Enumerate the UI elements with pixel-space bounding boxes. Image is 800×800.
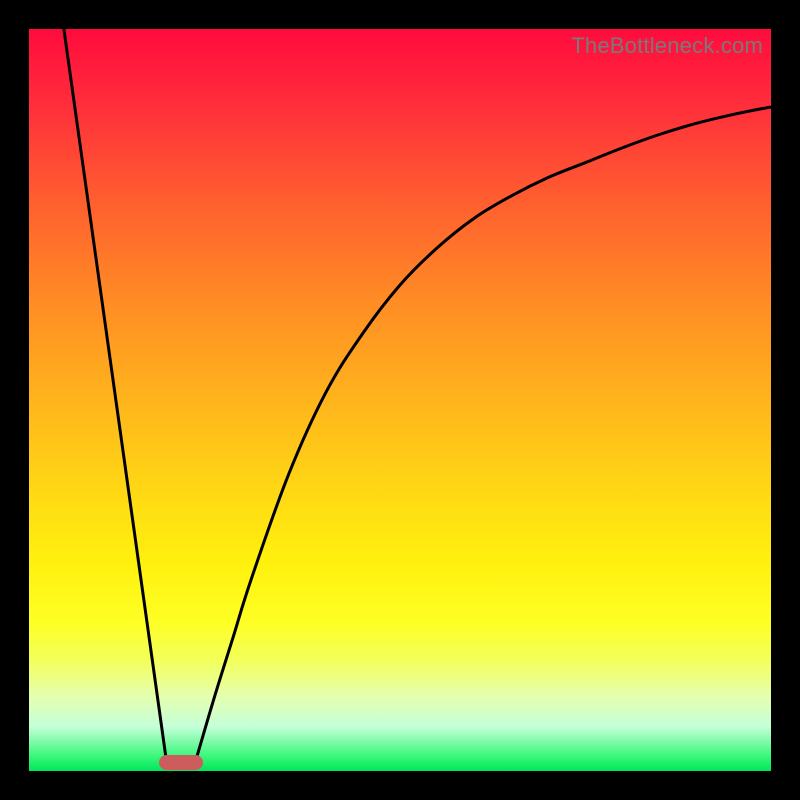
left-line-path: [64, 29, 166, 760]
curve-layer: [29, 29, 771, 771]
chart-frame: TheBottleneck.com: [0, 0, 800, 800]
bottleneck-marker: [159, 755, 204, 770]
right-curve-path: [196, 107, 771, 760]
plot-area: TheBottleneck.com: [29, 29, 771, 771]
